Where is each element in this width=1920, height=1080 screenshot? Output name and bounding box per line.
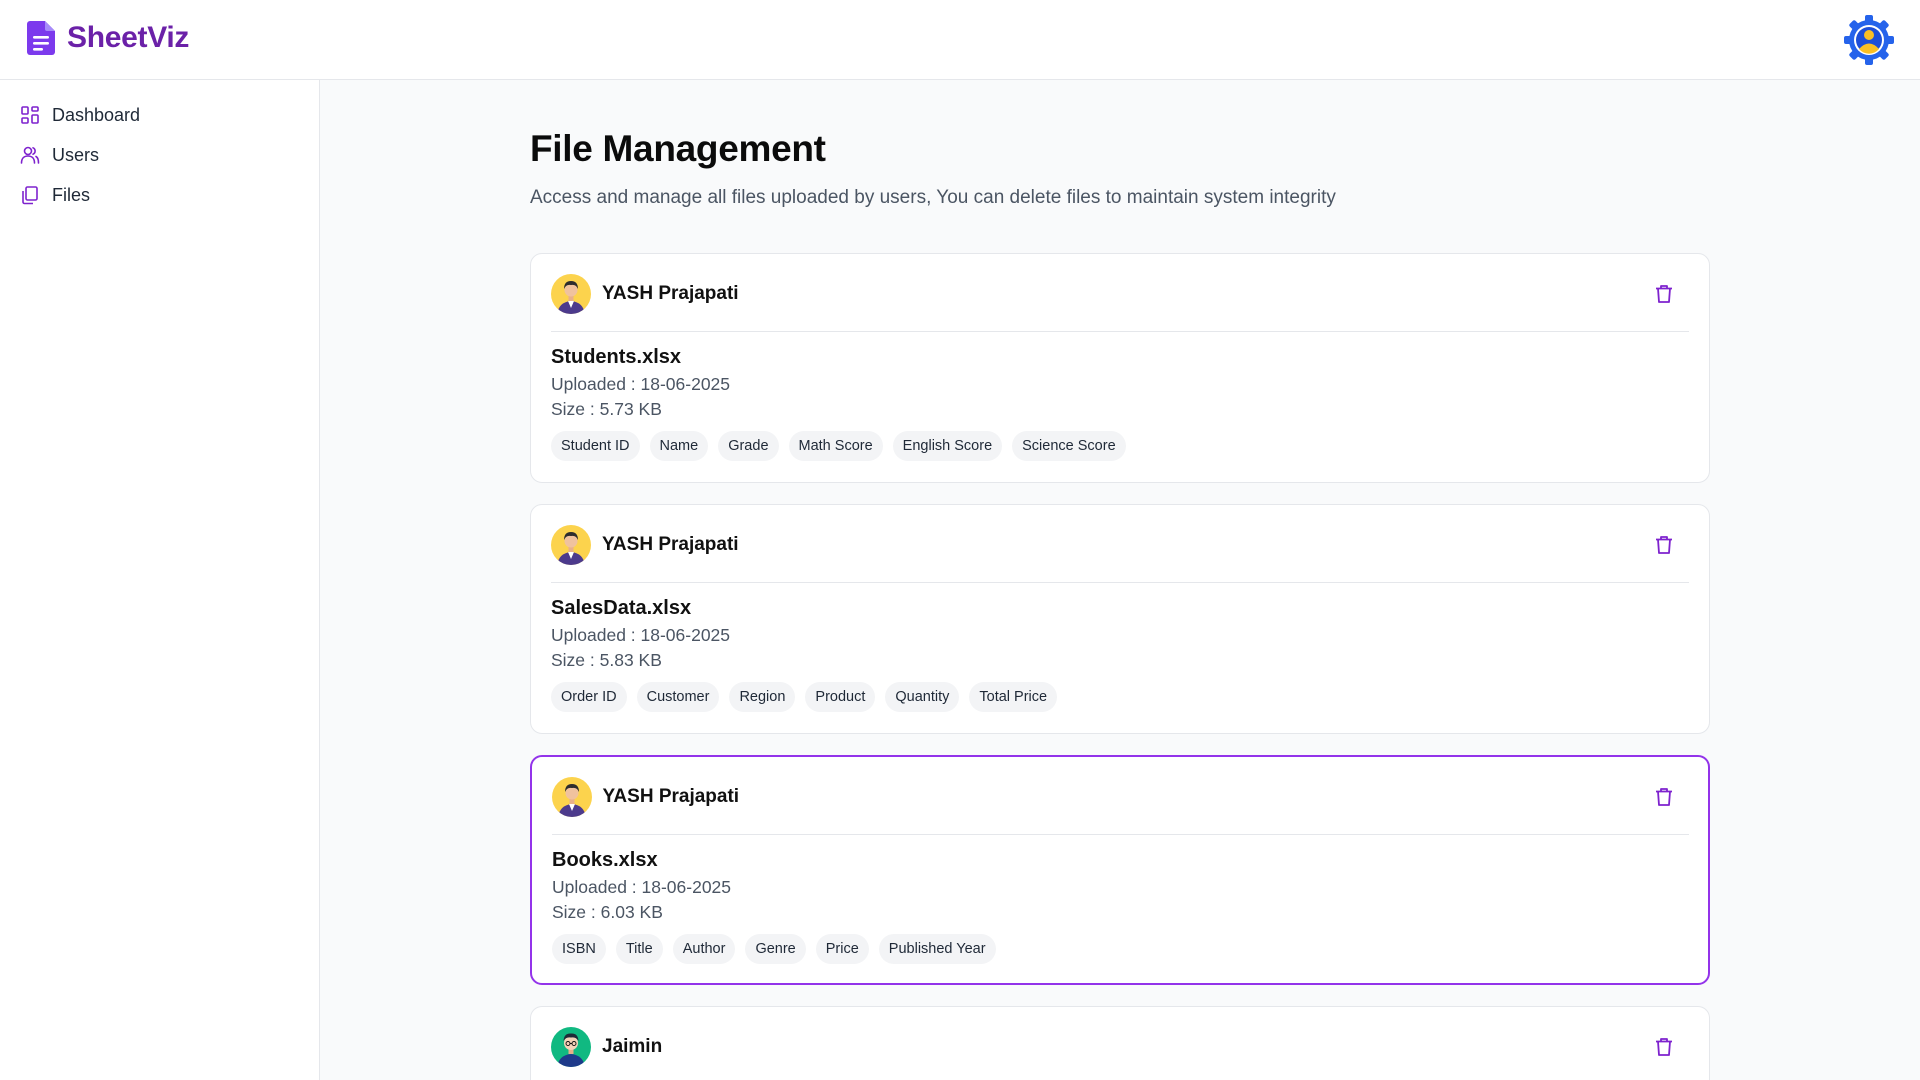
column-tag: Name bbox=[649, 431, 709, 461]
brand-name: SheetViz bbox=[67, 21, 190, 54]
column-tag: Region bbox=[729, 682, 796, 712]
column-tag: Title bbox=[615, 934, 663, 964]
column-tags: Student ID Name Grade Math Score English… bbox=[551, 431, 1126, 461]
column-tag: Order ID bbox=[551, 682, 627, 712]
brand[interactable]: SheetViz bbox=[27, 21, 189, 55]
gear-user-icon[interactable] bbox=[1843, 14, 1895, 66]
column-tag: Student ID bbox=[551, 431, 640, 461]
file-card: YASH Prajapati Students.xlsx Uploaded : … bbox=[530, 253, 1710, 483]
sidebar-item-label: Users bbox=[52, 144, 100, 165]
trash-icon[interactable] bbox=[1653, 1036, 1675, 1058]
column-tag: Total Price bbox=[969, 682, 1058, 712]
card-header: YASH Prajapati bbox=[551, 274, 1689, 332]
file-size: Size : 5.73 KB bbox=[551, 399, 662, 419]
column-tags: Order ID Customer Region Product Quantit… bbox=[551, 682, 1058, 712]
avatar bbox=[551, 776, 592, 817]
owner-name: YASH Prajapati bbox=[602, 283, 739, 304]
upload-date: Uploaded : 18-06-2025 bbox=[551, 625, 731, 645]
file-card: YASH Prajapati Books.xlsx Uploaded : 18-… bbox=[530, 755, 1710, 985]
users-icon bbox=[20, 146, 40, 164]
column-tag: Product bbox=[805, 682, 876, 712]
column-tag: Grade bbox=[718, 431, 779, 461]
column-tag: English Score bbox=[892, 431, 1003, 461]
column-tag: Price bbox=[815, 934, 869, 964]
top-bar: SheetViz bbox=[0, 0, 1920, 80]
file-name[interactable]: Students.xlsx bbox=[551, 346, 681, 369]
column-tag: Science Score bbox=[1012, 431, 1126, 461]
upload-date: Uploaded : 18-06-2025 bbox=[552, 877, 732, 897]
column-tag: Genre bbox=[745, 934, 806, 964]
page-header: File Management Access and manage all fi… bbox=[530, 128, 1710, 208]
sidebar-item-dashboard[interactable]: Dashboard bbox=[20, 100, 140, 130]
page-title: File Management bbox=[530, 128, 826, 169]
column-tag: Author bbox=[672, 934, 736, 964]
upload-date: Uploaded : 18-06-2025 bbox=[551, 374, 731, 394]
column-tag: ISBN bbox=[552, 934, 606, 964]
page-subtitle: Access and manage all files uploaded by … bbox=[530, 187, 1336, 208]
column-tags: ISBN Title Author Genre Price Published … bbox=[552, 934, 996, 964]
trash-icon[interactable] bbox=[1653, 786, 1675, 808]
grid-icon bbox=[21, 106, 39, 124]
sidebar-item-files[interactable]: Files bbox=[20, 180, 90, 210]
avatar bbox=[551, 274, 591, 314]
owner-name: Jaimin bbox=[602, 1036, 663, 1057]
trash-icon[interactable] bbox=[1653, 283, 1675, 305]
document-icon bbox=[27, 21, 55, 55]
sidebar: Dashboard Users Files bbox=[0, 80, 320, 1080]
sidebar-item-users[interactable]: Users bbox=[20, 140, 99, 170]
file-card: Jaimin bbox=[530, 1006, 1710, 1080]
sidebar-item-label: Dashboard bbox=[52, 104, 141, 125]
column-tag: Quantity bbox=[885, 682, 960, 712]
trash-icon[interactable] bbox=[1653, 534, 1675, 556]
card-header: YASH Prajapati bbox=[551, 776, 1689, 835]
card-header: YASH Prajapati bbox=[551, 525, 1689, 583]
file-card: YASH Prajapati SalesData.xlsx Uploaded :… bbox=[530, 504, 1710, 734]
avatar bbox=[551, 1027, 591, 1067]
file-size: Size : 5.83 KB bbox=[551, 650, 662, 670]
column-tag: Math Score bbox=[788, 431, 883, 461]
sidebar-item-label: Files bbox=[52, 184, 91, 205]
file-size: Size : 6.03 KB bbox=[552, 902, 663, 922]
owner-name: YASH Prajapati bbox=[602, 534, 739, 555]
owner-name: YASH Prajapati bbox=[602, 785, 740, 807]
column-tag: Customer bbox=[636, 682, 720, 712]
column-tag: Published Year bbox=[878, 934, 996, 964]
file-name[interactable]: SalesData.xlsx bbox=[551, 597, 691, 620]
file-name[interactable]: Books.xlsx bbox=[552, 849, 658, 872]
files-icon bbox=[22, 186, 38, 205]
card-header: Jaimin bbox=[551, 1027, 1689, 1080]
avatar bbox=[551, 525, 591, 565]
